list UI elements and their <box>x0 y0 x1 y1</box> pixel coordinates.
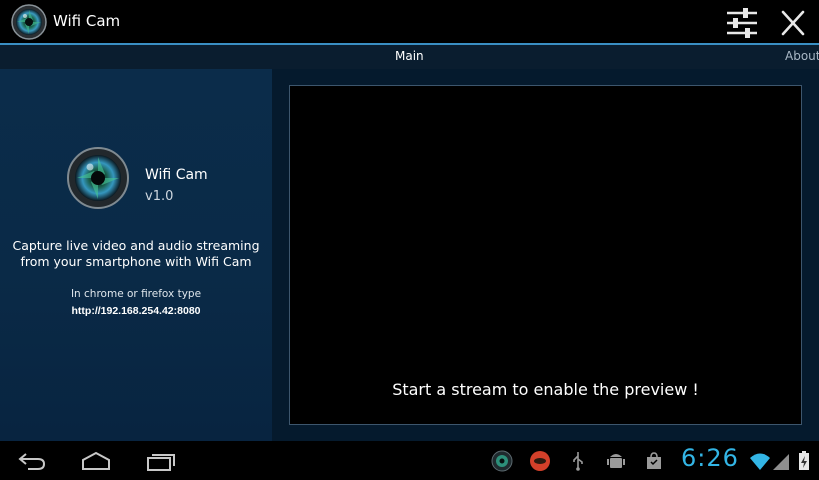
app-name: Wifi Cam <box>145 167 208 183</box>
camera-lens-icon <box>67 147 129 209</box>
description-line-2: from your smartphone with Wifi Cam <box>20 254 252 269</box>
tab-strip: Main About <box>0 45 819 69</box>
notification-app-icon[interactable] <box>529 450 551 472</box>
system-nav-bar: 6:26 <box>0 441 819 480</box>
main-content: Wifi Cam v1.0 Capture live video and aud… <box>0 69 819 441</box>
tab-main[interactable]: Main <box>395 49 424 63</box>
app-screen: Wifi Cam Main About Wifi Cam v1.0 Captur… <box>0 0 819 480</box>
home-icon[interactable] <box>80 450 112 472</box>
back-icon[interactable] <box>16 450 48 472</box>
preview-area[interactable]: Start a stream to enable the preview ! <box>289 85 802 425</box>
status-clock: 6:26 <box>681 444 739 472</box>
wifi-cam-notification-icon[interactable] <box>491 450 513 472</box>
app-description: Capture live video and audio streaming f… <box>0 238 272 270</box>
shopping-bag-icon <box>647 452 661 469</box>
app-title: Wifi Cam <box>53 12 121 30</box>
stream-url: http://192.168.254.42:8080 <box>71 305 201 317</box>
description-line-1: Capture live video and audio streaming <box>12 238 260 253</box>
app-version: v1.0 <box>145 189 174 204</box>
info-panel: Wifi Cam v1.0 Capture live video and aud… <box>0 69 272 441</box>
close-icon[interactable] <box>773 4 813 42</box>
wifi-icon <box>750 453 770 470</box>
sliders-icon[interactable] <box>721 4 763 42</box>
preview-message: Start a stream to enable the preview ! <box>392 380 699 399</box>
recent-apps-icon[interactable] <box>145 450 177 472</box>
signal-icon <box>773 454 789 470</box>
android-debug-icon <box>607 454 625 468</box>
browser-hint: In chrome or firefox type <box>70 288 202 300</box>
tab-about[interactable]: About <box>785 49 819 63</box>
camera-lens-icon[interactable] <box>11 4 47 40</box>
action-bar: Wifi Cam <box>0 0 819 45</box>
battery-icon <box>799 451 809 470</box>
usb-icon <box>573 452 583 471</box>
